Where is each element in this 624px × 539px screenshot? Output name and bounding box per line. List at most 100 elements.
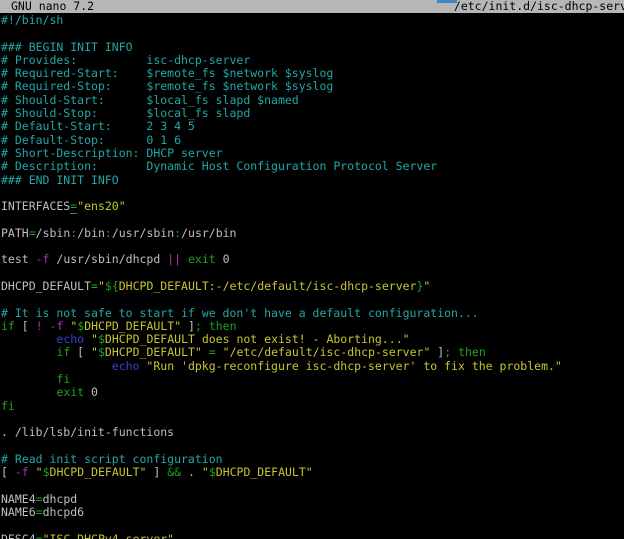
code-token: [ <box>1 465 15 479</box>
code-line: NAME4=dhcpd <box>1 493 624 506</box>
code-line: fi <box>1 373 624 386</box>
terminal-window: GNU nano 7.2 /etc/init.d/isc-dhcp-serv #… <box>0 0 624 539</box>
code-token <box>84 332 91 346</box>
code-token: PATH <box>1 226 29 240</box>
code-token: fi <box>56 372 70 386</box>
editor-area[interactable]: #!/bin/sh ### BEGIN INIT INFO# Provides:… <box>1 14 624 539</box>
code-token: /usr/sbin/dhcpd <box>49 252 167 266</box>
code-token: : <box>105 226 112 240</box>
code-token <box>1 332 56 346</box>
code-token: # It is not safe to start if we don't ha… <box>1 306 479 320</box>
code-token: # Default-Start: 2 3 4 5 <box>1 119 195 133</box>
code-token: " <box>91 345 98 359</box>
code-token <box>29 465 36 479</box>
code-token: # Short-Description: DHCP server <box>1 146 223 160</box>
code-token: # Provides: isc-dhcp-server <box>1 53 250 67</box>
code-token: DHCPD_DEFAULT:-/etc/default/isc-dhcp-ser… <box>119 279 417 293</box>
code-token: /usr/bin <box>181 226 236 240</box>
code-line: fi <box>1 400 624 413</box>
code-token: # Required-Start: $remote_fs $network $s… <box>1 66 333 80</box>
code-line: DESC4="ISC DHCPv4 server" <box>1 533 624 539</box>
code-line <box>1 440 624 453</box>
code-token: ; then <box>195 319 237 333</box>
code-token <box>43 319 50 333</box>
code-line: if [ ! -f "$DHCPD_DEFAULT" ]; then <box>1 320 624 333</box>
code-token: = <box>29 226 36 240</box>
code-token: # Required-Stop: $remote_fs $network $sy… <box>1 79 333 93</box>
code-token: # Should-Start: $local_fs slapd $named <box>1 93 299 107</box>
code-token: = <box>209 345 216 359</box>
code-token: . <box>181 465 202 479</box>
code-token: INTERFACES <box>1 199 70 213</box>
code-token: DHCPD_DEFAULT" <box>216 465 313 479</box>
code-token: -f <box>50 319 64 333</box>
code-token: DHCPD_DEFAULT does not exist! - Aborting… <box>105 332 410 346</box>
code-line <box>1 479 624 492</box>
code-token: ### END INIT INFO <box>1 173 119 187</box>
code-token: [ <box>70 345 91 359</box>
code-token <box>1 385 56 399</box>
code-line: # It is not safe to start if we don't ha… <box>1 307 624 320</box>
code-token: "ISC DHCPv4 server" <box>43 532 175 539</box>
code-token: # Default-Stop: 0 1 6 <box>1 133 181 147</box>
code-token: DHCPD_DEFAULT <box>1 279 91 293</box>
code-token: echo <box>112 359 140 373</box>
code-line: echo "Run 'dpkg-reconfigure isc-dhcp-ser… <box>1 360 624 373</box>
code-line: INTERFACES="ens20" <box>1 200 624 213</box>
code-line: # Default-Stop: 0 1 6 <box>1 134 624 147</box>
code-token: fi <box>1 399 15 413</box>
code-token: "ens20" <box>77 199 125 213</box>
code-token: exit <box>56 385 84 399</box>
code-token: = <box>36 505 43 519</box>
file-path-label: /etc/init.d/isc-dhcp-serv <box>454 0 624 13</box>
code-line: # Provides: isc-dhcp-server <box>1 54 624 67</box>
code-line: echo "$DHCPD_DEFAULT does not exist! - A… <box>1 333 624 346</box>
code-token: $ <box>98 345 105 359</box>
code-token: NAME6 <box>1 505 36 519</box>
code-token: -f <box>15 465 29 479</box>
code-token: /sbin <box>36 226 71 240</box>
code-token: . /lib/lsb/init-functions <box>1 425 174 439</box>
code-line <box>1 413 624 426</box>
code-line: # Short-Description: DHCP server <box>1 147 624 160</box>
code-token: # Read init script configuration <box>1 452 223 466</box>
code-line <box>1 213 624 226</box>
code-token: [ <box>15 319 36 333</box>
code-token: dhcpd <box>43 492 78 506</box>
code-token: DHCPD_DEFAULT" <box>84 319 181 333</box>
code-line <box>1 187 624 200</box>
nano-titlebar: GNU nano 7.2 /etc/init.d/isc-dhcp-serv <box>0 0 624 13</box>
nano-version-label: GNU nano 7.2 <box>11 0 94 13</box>
code-token: /usr/sbin <box>112 226 174 240</box>
code-token: "/etc/default/isc-dhcp-server" <box>223 345 431 359</box>
code-token: ] <box>430 345 444 359</box>
code-line: # Should-Start: $local_fs slapd $named <box>1 94 624 107</box>
code-line: # Required-Start: $remote_fs $network $s… <box>1 67 624 80</box>
code-token: && <box>167 465 181 479</box>
code-token: = <box>36 532 43 539</box>
code-token: DHCPD_DEFAULT" <box>105 345 202 359</box>
code-line <box>1 27 624 40</box>
code-token: = <box>91 279 98 293</box>
code-token: " <box>91 332 98 346</box>
code-token: ; then <box>444 345 486 359</box>
code-token: " <box>36 465 43 479</box>
window-chrome-fragment <box>437 0 457 3</box>
code-line: # Default-Start: 2 3 4 5 <box>1 120 624 133</box>
code-token <box>1 345 56 359</box>
code-token: 0 <box>84 385 98 399</box>
code-token: dhcpd6 <box>43 505 85 519</box>
code-line: ### END INIT INFO <box>1 174 624 187</box>
code-token: ${ <box>105 279 119 293</box>
code-line: test -f /usr/sbin/dhcpd || exit 0 <box>1 253 624 266</box>
code-line: exit 0 <box>1 386 624 399</box>
code-line: # Required-Stop: $remote_fs $network $sy… <box>1 80 624 93</box>
code-line: DHCPD_DEFAULT="${DHCPD_DEFAULT:-/etc/def… <box>1 280 624 293</box>
code-token <box>202 345 209 359</box>
code-token: 0 <box>216 252 230 266</box>
code-line: . /lib/lsb/init-functions <box>1 426 624 439</box>
code-token: test <box>1 252 36 266</box>
code-line: ### BEGIN INIT INFO <box>1 41 624 54</box>
code-token <box>1 372 56 386</box>
code-token: echo <box>56 332 84 346</box>
